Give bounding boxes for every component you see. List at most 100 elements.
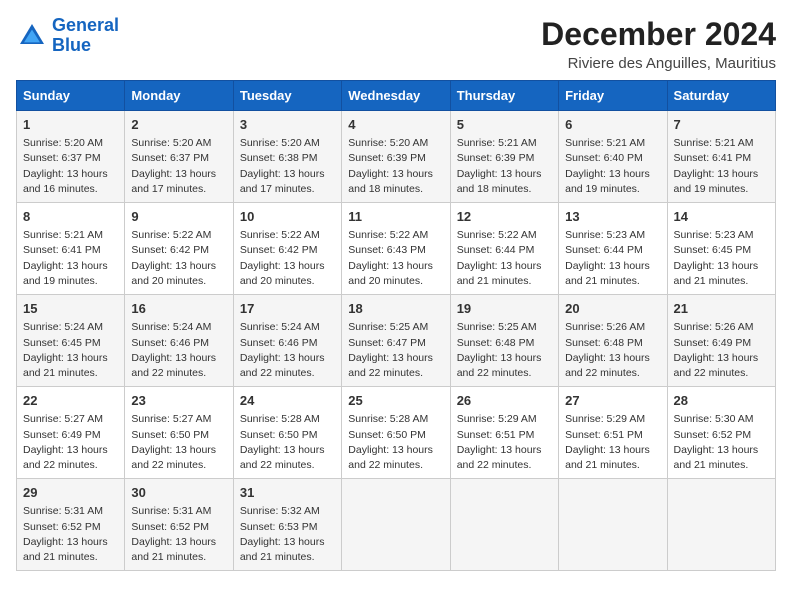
day-info: Sunrise: 5:24 AM Sunset: 6:46 PM Dayligh…: [131, 320, 226, 381]
day-number: 18: [348, 300, 443, 318]
day-number: 29: [23, 484, 118, 502]
day-info: Sunrise: 5:28 AM Sunset: 6:50 PM Dayligh…: [348, 412, 443, 473]
calendar-week-1: 1 Sunrise: 5:20 AM Sunset: 6:37 PM Dayli…: [17, 111, 776, 203]
calendar-week-3: 15 Sunrise: 5:24 AM Sunset: 6:45 PM Dayl…: [17, 295, 776, 387]
day-info: Sunrise: 5:27 AM Sunset: 6:50 PM Dayligh…: [131, 412, 226, 473]
day-info: Sunrise: 5:30 AM Sunset: 6:52 PM Dayligh…: [674, 412, 769, 473]
calendar-day-19: 19 Sunrise: 5:25 AM Sunset: 6:48 PM Dayl…: [450, 295, 558, 387]
day-number: 30: [131, 484, 226, 502]
calendar-day-16: 16 Sunrise: 5:24 AM Sunset: 6:46 PM Dayl…: [125, 295, 233, 387]
calendar-day-21: 21 Sunrise: 5:26 AM Sunset: 6:49 PM Dayl…: [667, 295, 775, 387]
calendar-header-wednesday: Wednesday: [342, 81, 450, 111]
day-number: 1: [23, 116, 118, 134]
calendar-day-18: 18 Sunrise: 5:25 AM Sunset: 6:47 PM Dayl…: [342, 295, 450, 387]
day-info: Sunrise: 5:28 AM Sunset: 6:50 PM Dayligh…: [240, 412, 335, 473]
calendar-day-8: 8 Sunrise: 5:21 AM Sunset: 6:41 PM Dayli…: [17, 203, 125, 295]
day-info: Sunrise: 5:31 AM Sunset: 6:52 PM Dayligh…: [131, 504, 226, 565]
day-info: Sunrise: 5:25 AM Sunset: 6:48 PM Dayligh…: [457, 320, 552, 381]
calendar-header-friday: Friday: [559, 81, 667, 111]
calendar-day-6: 6 Sunrise: 5:21 AM Sunset: 6:40 PM Dayli…: [559, 111, 667, 203]
day-info: Sunrise: 5:29 AM Sunset: 6:51 PM Dayligh…: [457, 412, 552, 473]
calendar-week-4: 22 Sunrise: 5:27 AM Sunset: 6:49 PM Dayl…: [17, 387, 776, 479]
calendar-day-7: 7 Sunrise: 5:21 AM Sunset: 6:41 PM Dayli…: [667, 111, 775, 203]
day-number: 23: [131, 392, 226, 410]
calendar-day-28: 28 Sunrise: 5:30 AM Sunset: 6:52 PM Dayl…: [667, 387, 775, 479]
day-info: Sunrise: 5:32 AM Sunset: 6:53 PM Dayligh…: [240, 504, 335, 565]
day-info: Sunrise: 5:26 AM Sunset: 6:48 PM Dayligh…: [565, 320, 660, 381]
calendar-day-15: 15 Sunrise: 5:24 AM Sunset: 6:45 PM Dayl…: [17, 295, 125, 387]
day-info: Sunrise: 5:21 AM Sunset: 6:39 PM Dayligh…: [457, 136, 552, 197]
calendar-empty-cell: [342, 479, 450, 571]
calendar-week-5: 29 Sunrise: 5:31 AM Sunset: 6:52 PM Dayl…: [17, 479, 776, 571]
calendar-day-26: 26 Sunrise: 5:29 AM Sunset: 6:51 PM Dayl…: [450, 387, 558, 479]
calendar-day-14: 14 Sunrise: 5:23 AM Sunset: 6:45 PM Dayl…: [667, 203, 775, 295]
calendar-day-24: 24 Sunrise: 5:28 AM Sunset: 6:50 PM Dayl…: [233, 387, 341, 479]
day-number: 16: [131, 300, 226, 318]
calendar-table: SundayMondayTuesdayWednesdayThursdayFrid…: [16, 80, 776, 571]
calendar-day-3: 3 Sunrise: 5:20 AM Sunset: 6:38 PM Dayli…: [233, 111, 341, 203]
day-info: Sunrise: 5:22 AM Sunset: 6:42 PM Dayligh…: [131, 228, 226, 289]
day-info: Sunrise: 5:24 AM Sunset: 6:46 PM Dayligh…: [240, 320, 335, 381]
day-number: 14: [674, 208, 769, 226]
calendar-day-22: 22 Sunrise: 5:27 AM Sunset: 6:49 PM Dayl…: [17, 387, 125, 479]
calendar-day-5: 5 Sunrise: 5:21 AM Sunset: 6:39 PM Dayli…: [450, 111, 558, 203]
calendar-empty-cell: [667, 479, 775, 571]
day-number: 5: [457, 116, 552, 134]
calendar-header-monday: Monday: [125, 81, 233, 111]
calendar-day-1: 1 Sunrise: 5:20 AM Sunset: 6:37 PM Dayli…: [17, 111, 125, 203]
day-info: Sunrise: 5:25 AM Sunset: 6:47 PM Dayligh…: [348, 320, 443, 381]
day-number: 13: [565, 208, 660, 226]
day-number: 26: [457, 392, 552, 410]
day-number: 21: [674, 300, 769, 318]
day-number: 20: [565, 300, 660, 318]
calendar-header-saturday: Saturday: [667, 81, 775, 111]
logo-line2: Blue: [52, 35, 91, 55]
calendar-header-tuesday: Tuesday: [233, 81, 341, 111]
calendar-day-2: 2 Sunrise: 5:20 AM Sunset: 6:37 PM Dayli…: [125, 111, 233, 203]
day-info: Sunrise: 5:20 AM Sunset: 6:37 PM Dayligh…: [131, 136, 226, 197]
page-header: General Blue December 2024 Riviere des A…: [16, 16, 776, 72]
day-number: 2: [131, 116, 226, 134]
calendar-day-20: 20 Sunrise: 5:26 AM Sunset: 6:48 PM Dayl…: [559, 295, 667, 387]
day-info: Sunrise: 5:20 AM Sunset: 6:39 PM Dayligh…: [348, 136, 443, 197]
day-info: Sunrise: 5:31 AM Sunset: 6:52 PM Dayligh…: [23, 504, 118, 565]
day-number: 27: [565, 392, 660, 410]
day-number: 9: [131, 208, 226, 226]
day-number: 7: [674, 116, 769, 134]
location: Riviere des Anguilles, Mauritius: [541, 55, 776, 72]
calendar-day-17: 17 Sunrise: 5:24 AM Sunset: 6:46 PM Dayl…: [233, 295, 341, 387]
day-number: 6: [565, 116, 660, 134]
calendar-day-9: 9 Sunrise: 5:22 AM Sunset: 6:42 PM Dayli…: [125, 203, 233, 295]
calendar-day-23: 23 Sunrise: 5:27 AM Sunset: 6:50 PM Dayl…: [125, 387, 233, 479]
day-number: 11: [348, 208, 443, 226]
day-info: Sunrise: 5:22 AM Sunset: 6:44 PM Dayligh…: [457, 228, 552, 289]
title-block: December 2024 Riviere des Anguilles, Mau…: [541, 16, 776, 72]
day-info: Sunrise: 5:20 AM Sunset: 6:38 PM Dayligh…: [240, 136, 335, 197]
day-info: Sunrise: 5:21 AM Sunset: 6:41 PM Dayligh…: [23, 228, 118, 289]
day-info: Sunrise: 5:23 AM Sunset: 6:44 PM Dayligh…: [565, 228, 660, 289]
day-number: 31: [240, 484, 335, 502]
calendar-day-11: 11 Sunrise: 5:22 AM Sunset: 6:43 PM Dayl…: [342, 203, 450, 295]
day-number: 12: [457, 208, 552, 226]
calendar-header-sunday: Sunday: [17, 81, 125, 111]
day-number: 28: [674, 392, 769, 410]
day-info: Sunrise: 5:24 AM Sunset: 6:45 PM Dayligh…: [23, 320, 118, 381]
day-info: Sunrise: 5:22 AM Sunset: 6:42 PM Dayligh…: [240, 228, 335, 289]
calendar-day-13: 13 Sunrise: 5:23 AM Sunset: 6:44 PM Dayl…: [559, 203, 667, 295]
calendar-empty-cell: [559, 479, 667, 571]
day-number: 22: [23, 392, 118, 410]
calendar-day-30: 30 Sunrise: 5:31 AM Sunset: 6:52 PM Dayl…: [125, 479, 233, 571]
day-info: Sunrise: 5:27 AM Sunset: 6:49 PM Dayligh…: [23, 412, 118, 473]
day-info: Sunrise: 5:21 AM Sunset: 6:41 PM Dayligh…: [674, 136, 769, 197]
calendar-day-27: 27 Sunrise: 5:29 AM Sunset: 6:51 PM Dayl…: [559, 387, 667, 479]
day-number: 24: [240, 392, 335, 410]
day-number: 3: [240, 116, 335, 134]
month-title: December 2024: [541, 16, 776, 53]
day-number: 19: [457, 300, 552, 318]
day-info: Sunrise: 5:26 AM Sunset: 6:49 PM Dayligh…: [674, 320, 769, 381]
calendar-day-4: 4 Sunrise: 5:20 AM Sunset: 6:39 PM Dayli…: [342, 111, 450, 203]
day-number: 10: [240, 208, 335, 226]
calendar-empty-cell: [450, 479, 558, 571]
day-number: 8: [23, 208, 118, 226]
calendar-header-thursday: Thursday: [450, 81, 558, 111]
